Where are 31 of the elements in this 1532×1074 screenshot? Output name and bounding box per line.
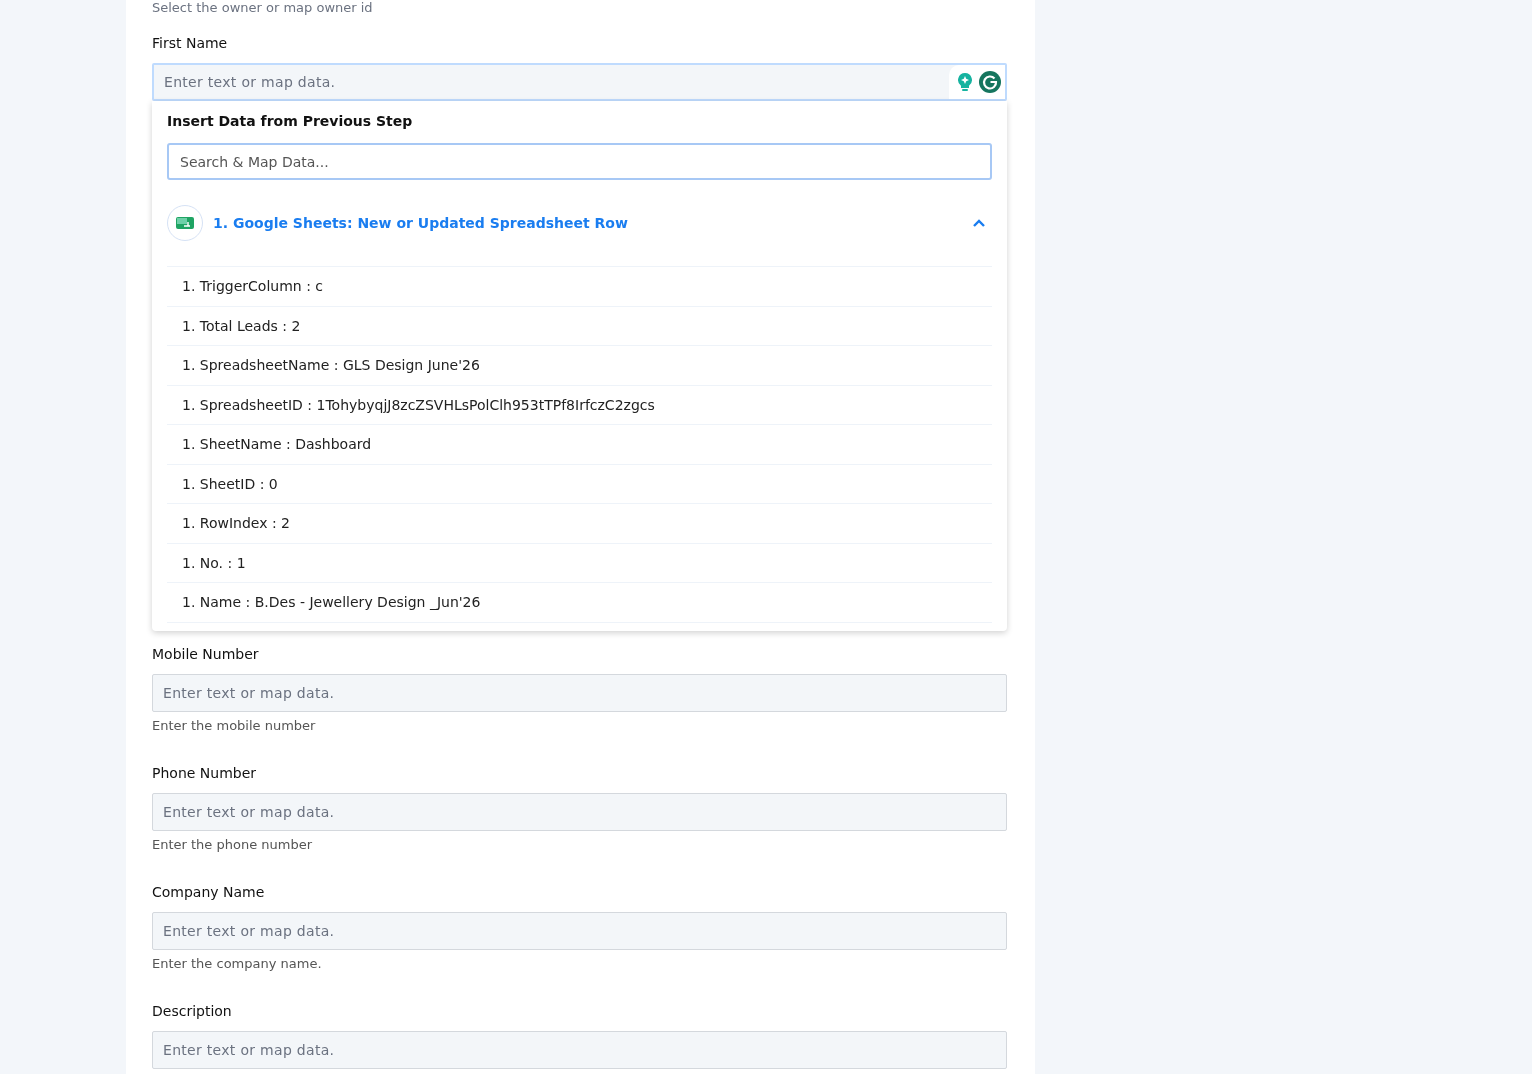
step-header[interactable]: 1. Google Sheets: New or Updated Spreadsheet Row (167, 180, 992, 267)
field-hint: Enter the company name. (152, 955, 323, 971)
grammar-icon (979, 71, 1001, 93)
data-item[interactable]: 1. No. : 1 (167, 543, 992, 583)
field-label: Phone Number (152, 763, 258, 782)
text-input[interactable]: Enter text or map data. (162, 73, 949, 91)
field-label: Company Name (152, 882, 266, 901)
field-hint: Select the owner or map owner id (152, 0, 374, 16)
data-item[interactable]: 1. RowIndex : 2 (167, 504, 992, 544)
data-item[interactable]: 1. TriggerColumn : c (167, 267, 992, 307)
input-field[interactable]: Enter text or map data. (152, 1030, 1007, 1069)
field-hint: Enter the mobile number (152, 717, 317, 733)
input-field[interactable]: Enter text or map data. (152, 63, 1007, 101)
chevron-icon (972, 218, 986, 228)
lightbulb-icon (957, 72, 973, 92)
data-item[interactable]: 1. SpreadsheetID : 1TohybyqjJ8zcZSVHLsPolClh953tTPf8IrfczC2zgcs (167, 385, 992, 425)
field-hint: Enter the phone number (152, 836, 314, 852)
input-field[interactable]: Enter text or map data. (152, 673, 1007, 712)
input-field[interactable]: Enter text or map data. (152, 911, 1007, 950)
dropdown-title: Insert Data from Previous Step (167, 113, 414, 129)
data-item[interactable]: 1. SheetID : 0 (167, 464, 992, 504)
input-field[interactable]: Enter text or map data. (152, 792, 1007, 831)
field-label: Mobile Number (152, 644, 260, 663)
data-item[interactable]: 1. Name : B.Des - Jewellery Design _Jun'26 (167, 583, 992, 623)
search-field[interactable]: Search & Map Data... (167, 143, 992, 180)
data-item[interactable]: 1. SpreadsheetName : GLS Design June'26 (167, 346, 992, 386)
data-item[interactable]: 1. Total Leads : 2 (167, 306, 992, 346)
field-label: First Name (152, 34, 229, 52)
field-label: Description (152, 1001, 233, 1020)
extension-badge[interactable] (949, 65, 1005, 99)
data-item[interactable]: 1. SheetName : Dashboard (167, 425, 992, 465)
